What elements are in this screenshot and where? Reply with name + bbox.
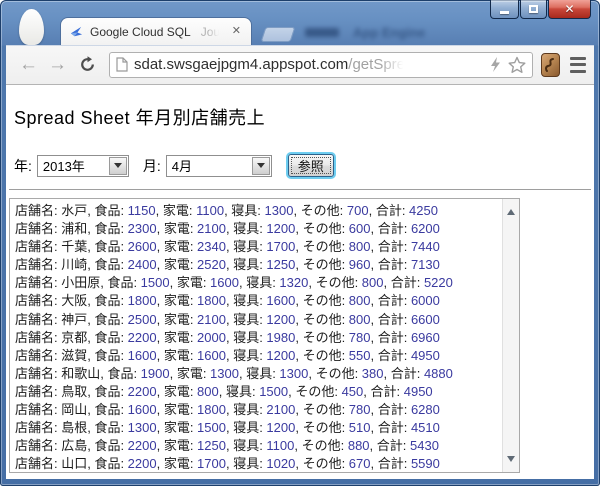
result-row: 店舗名: 水戸, 食品: 1150, 家電: 1100, 寝具: 1300, そ… bbox=[15, 202, 497, 220]
result-row: 店舗名: 山口, 食品: 2200, 家電: 1700, 寝具: 1020, そ… bbox=[15, 455, 497, 473]
results-box[interactable]: 店舗名: 水戸, 食品: 1150, 家電: 1100, 寝具: 1300, そ… bbox=[9, 198, 520, 473]
menu-hamburger-icon[interactable] bbox=[570, 57, 587, 73]
result-row: 店舗名: 島根, 食品: 1300, 家電: 1500, 寝具: 1200, そ… bbox=[15, 419, 497, 437]
tab-close-icon[interactable]: ✕ bbox=[230, 24, 243, 39]
year-select[interactable]: 2013年 bbox=[37, 155, 129, 177]
minimize-icon bbox=[500, 11, 509, 14]
glass-blur-blob bbox=[305, 28, 339, 37]
scroll-down-icon[interactable] bbox=[507, 456, 515, 466]
chevron-down-icon[interactable] bbox=[109, 157, 127, 175]
window-controls: ✕ bbox=[489, 0, 591, 19]
result-row: 店舗名: 京都, 食品: 2200, 家電: 2000, 寝具: 1980, そ… bbox=[15, 329, 497, 347]
year-select-value: 2013年 bbox=[38, 156, 108, 175]
result-row: 店舗名: 大阪, 食品: 1800, 家電: 1800, 寝具: 1600, そ… bbox=[15, 292, 497, 310]
bookmark-star-icon[interactable] bbox=[508, 56, 526, 74]
back-icon[interactable]: ← bbox=[19, 55, 38, 74]
extension-icon[interactable] bbox=[541, 53, 560, 77]
title-bar: App Engine Google Cloud SQL Jou ✕ ✕ bbox=[0, 0, 600, 45]
year-label: 年: bbox=[14, 156, 32, 176]
result-row: 店舗名: 鳥取, 食品: 2200, 家電: 800, 寝具: 1500, その… bbox=[15, 383, 497, 401]
lightning-icon[interactable] bbox=[490, 57, 501, 72]
tab-title-truncated: Jou bbox=[201, 25, 220, 39]
new-tab-button[interactable] bbox=[261, 27, 296, 42]
menu-bar bbox=[570, 63, 587, 66]
url-path: /getSpre bbox=[348, 56, 405, 73]
result-row: 店舗名: 和歌山, 食品: 1900, 家電: 1300, 寝具: 1300, … bbox=[15, 365, 497, 383]
month-select[interactable]: 4月 bbox=[166, 155, 272, 177]
month-select-value: 4月 bbox=[167, 156, 251, 175]
page-title: Spread Sheet 年月別店舗売上 bbox=[14, 104, 594, 130]
result-row: 店舗名: 千葉, 食品: 2600, 家電: 2340, 寝具: 1700, そ… bbox=[15, 238, 497, 256]
tab-title: Google Cloud SQL bbox=[90, 25, 191, 39]
close-icon: ✕ bbox=[564, 2, 574, 16]
glass-background-text: App Engine bbox=[305, 25, 480, 41]
tab-favicon-cloud-sql-icon bbox=[69, 24, 84, 39]
restore-icon bbox=[529, 5, 538, 13]
web-page: Spread Sheet 年月別店舗売上 年: 2013年 月: 4月 参照 店… bbox=[6, 85, 594, 479]
forward-icon[interactable]: → bbox=[48, 55, 67, 74]
scrollbar[interactable] bbox=[502, 199, 519, 472]
result-row: 店舗名: 小田原, 食品: 1500, 家電: 1600, 寝具: 1320, … bbox=[15, 274, 497, 292]
result-row: 店舗名: 滋賀, 食品: 1600, 家電: 1600, 寝具: 1200, そ… bbox=[15, 347, 497, 365]
menu-bar bbox=[570, 70, 587, 73]
browser-window: App Engine Google Cloud SQL Jou ✕ ✕ ← → bbox=[0, 0, 600, 486]
results-rows: 店舗名: 水戸, 食品: 1150, 家電: 1100, 寝具: 1300, そ… bbox=[10, 199, 519, 473]
result-row: 店舗名: 神戸, 食品: 2500, 家電: 2100, 寝具: 1200, そ… bbox=[15, 311, 497, 329]
submit-button[interactable]: 参照 bbox=[288, 154, 334, 177]
scroll-up-icon[interactable] bbox=[507, 205, 515, 215]
minimize-button[interactable] bbox=[490, 0, 519, 19]
month-label: 月: bbox=[143, 156, 161, 176]
result-row: 店舗名: 広島, 食品: 2200, 家電: 1250, 寝具: 1100, そ… bbox=[15, 437, 497, 455]
chevron-down-icon[interactable] bbox=[252, 157, 270, 175]
restore-button[interactable] bbox=[520, 0, 547, 19]
reload-icon[interactable] bbox=[79, 56, 96, 73]
menu-bar bbox=[570, 57, 587, 60]
result-row: 店舗名: 川崎, 食品: 2400, 家電: 2520, 寝具: 1250, そ… bbox=[15, 256, 497, 274]
browser-toolbar: ← → sdat.swsgaejpgm4.appspot.com /getSpr… bbox=[6, 45, 594, 85]
url-domain: sdat.swsgaejpgm4.appspot.com bbox=[134, 56, 348, 73]
browser-tab[interactable]: Google Cloud SQL Jou ✕ bbox=[60, 17, 252, 45]
address-bar[interactable]: sdat.swsgaejpgm4.appspot.com /getSpre bbox=[109, 52, 533, 78]
result-row: 店舗名: 浦和, 食品: 2300, 家電: 2100, 寝具: 1200, そ… bbox=[15, 220, 497, 238]
desktop-background-silhouette bbox=[19, 9, 44, 45]
close-button[interactable]: ✕ bbox=[548, 0, 591, 19]
page-icon bbox=[116, 57, 128, 72]
result-row: 店舗名: 岡山, 食品: 1600, 家電: 1800, 寝具: 2100, そ… bbox=[15, 401, 497, 419]
query-form: 年: 2013年 月: 4月 参照 bbox=[14, 154, 594, 177]
divider bbox=[9, 189, 591, 191]
